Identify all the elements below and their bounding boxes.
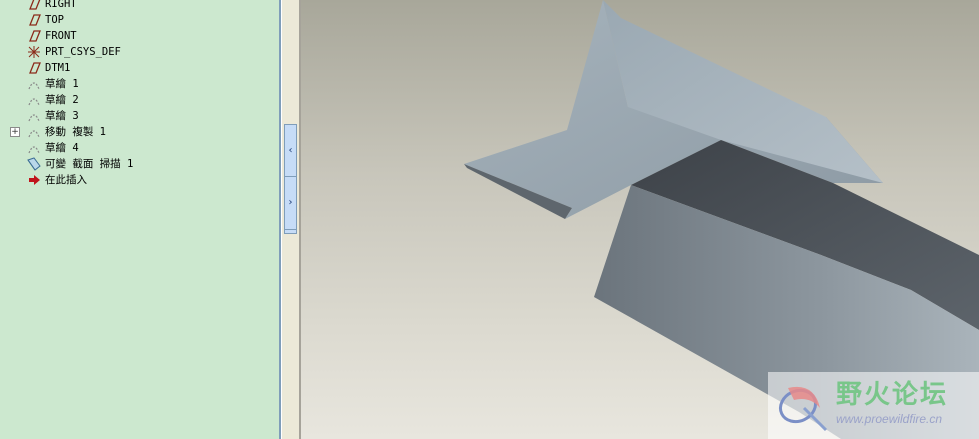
tree-item-label: PRT_CSYS_DEF (45, 46, 121, 58)
sketch-icon (26, 140, 42, 156)
sketch-icon (26, 108, 42, 124)
insert-here-arrow-icon (26, 172, 42, 188)
tree-item-label: 草繪 4 (45, 142, 79, 154)
tree-item-insert-here[interactable]: 在此插入 (0, 172, 270, 188)
variable-sweep-icon (26, 156, 42, 172)
tree-item-move-copy-1[interactable]: + 移動 複製 1 (0, 124, 270, 140)
forum-watermark: 野火论坛 www.proewildfire.cn (768, 372, 979, 439)
datum-plane-icon (26, 60, 42, 76)
expand-panel-button[interactable]: › (284, 176, 297, 230)
splitter-highlight (281, 0, 282, 439)
sketch-icon (26, 124, 42, 140)
sketch-icon (26, 76, 42, 92)
watermark-url: www.proewildfire.cn (836, 412, 943, 426)
datum-plane-icon (26, 0, 42, 12)
tree-item-sketch-3[interactable]: 草繪 3 (0, 108, 270, 124)
fire-logo-icon (778, 386, 828, 432)
chevron-left-icon: ‹ (288, 145, 293, 156)
model-tree-panel: RIGHT TOP FRONT PRT_CSYS_DEF DTM1 草繪 1 草… (0, 0, 279, 439)
expand-toggle[interactable]: + (10, 127, 20, 137)
tree-item-label: 草繪 2 (45, 94, 79, 106)
tree-item-variable-sweep-1[interactable]: 可變 截面 掃描 1 (0, 156, 270, 172)
tree-item-sketch-1[interactable]: 草繪 1 (0, 76, 270, 92)
tree-item-label: 草繪 3 (45, 110, 79, 122)
tree-item-label: RIGHT (45, 0, 77, 10)
tree-item-prt-csys-def[interactable]: PRT_CSYS_DEF (0, 44, 270, 60)
sketch-icon (26, 92, 42, 108)
datum-plane-icon (26, 12, 42, 28)
tree-item-sketch-4[interactable]: 草繪 4 (0, 140, 270, 156)
coordinate-system-icon (26, 44, 42, 60)
tree-item-label: TOP (45, 14, 64, 26)
tree-item-top[interactable]: TOP (0, 12, 270, 28)
tree-item-right[interactable]: RIGHT (0, 0, 270, 12)
tree-item-label: DTM1 (45, 62, 71, 74)
tree-item-label: 草繪 1 (45, 78, 79, 90)
panel-splitter[interactable]: ‹ › (281, 0, 301, 439)
datum-plane-icon (26, 28, 42, 44)
tree-item-dtm1[interactable]: DTM1 (0, 60, 270, 76)
tree-item-label: 可變 截面 掃描 1 (45, 158, 134, 170)
tree-item-label: 在此插入 (45, 174, 87, 186)
tree-item-sketch-2[interactable]: 草繪 2 (0, 92, 270, 108)
watermark-title: 野火论坛 (836, 380, 949, 410)
tree-item-front[interactable]: FRONT (0, 28, 270, 44)
chevron-right-icon: › (288, 197, 293, 208)
tree-item-label: FRONT (45, 30, 77, 42)
tree-item-label: 移動 複製 1 (45, 126, 106, 138)
